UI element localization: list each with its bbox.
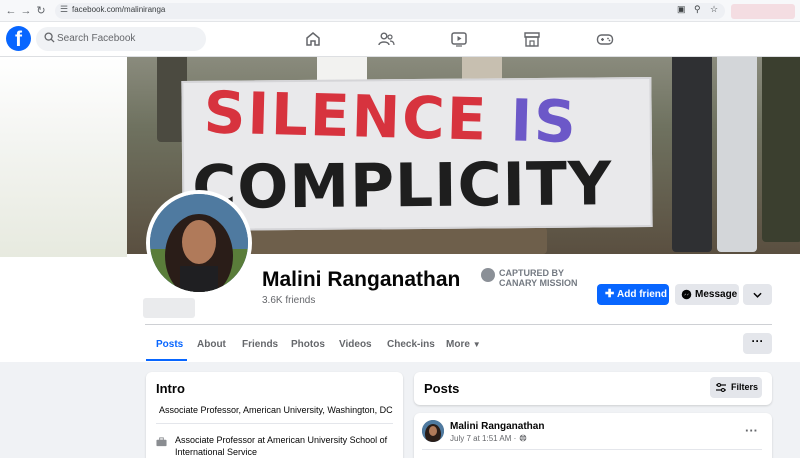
browser-chrome: ← → ↻ ☰ facebook.com/maliniranga ▣ ⚲ ☆: [0, 0, 800, 22]
back-arrow-icon[interactable]: ←: [3, 3, 19, 19]
tab-check-ins[interactable]: Check-ins: [387, 339, 435, 350]
browser-profile-button[interactable]: [731, 4, 795, 19]
messenger-icon: [681, 289, 692, 300]
forward-arrow-icon[interactable]: →: [18, 3, 34, 19]
search-input[interactable]: Search Facebook: [36, 27, 206, 51]
profile-tabs: Posts About Friends Photos Videos Check-…: [0, 325, 800, 362]
install-app-icon[interactable]: ▣: [677, 4, 686, 15]
intro-divider: [156, 423, 393, 424]
filters-icon: [716, 383, 726, 392]
cover-figure: [762, 57, 800, 242]
zoom-icon[interactable]: ⚲: [694, 4, 701, 15]
profile-name: Malini Ranganathan: [262, 268, 461, 291]
home-icon[interactable]: [304, 31, 322, 47]
briefcase-icon: [156, 437, 167, 447]
tab-more[interactable]: More ▼: [446, 339, 481, 350]
caret-down-icon: ▼: [472, 340, 481, 349]
post-card: Malini Ranganathan July 7 at 1:51 AM · ·…: [414, 413, 772, 458]
search-icon: [44, 32, 55, 43]
filters-button[interactable]: Filters: [710, 377, 762, 398]
cover-side-gradient: [0, 57, 127, 257]
add-friend-button[interactable]: ✚ Add friend: [597, 284, 669, 305]
post-timestamp[interactable]: July 7 at 1:51 AM ·: [450, 434, 527, 443]
video-icon[interactable]: [450, 31, 468, 47]
message-label: Message: [695, 289, 738, 300]
banner-line-2: COMPLICITY: [191, 149, 613, 223]
tab-about[interactable]: About: [197, 339, 226, 350]
facebook-logo-icon[interactable]: f: [6, 26, 31, 51]
cover-figure: [672, 57, 712, 252]
ellipsis-icon: ···: [745, 423, 758, 438]
reload-icon[interactable]: ↻: [33, 3, 49, 19]
posts-title: Posts: [424, 381, 460, 396]
ellipsis-icon: ···: [751, 334, 764, 348]
tab-friends[interactable]: Friends: [242, 339, 278, 350]
watermark-line-2: CANARY MISSION: [499, 278, 578, 288]
message-button[interactable]: Message: [675, 284, 739, 305]
friend-avatars-placeholder: [143, 298, 195, 318]
friend-count[interactable]: 3.6K friends: [262, 295, 315, 306]
address-bar[interactable]: ☰ facebook.com/maliniranga ▣ ⚲ ☆: [55, 3, 725, 19]
post-divider: [422, 449, 762, 450]
tab-posts[interactable]: Posts: [156, 339, 183, 350]
add-friend-icon: ✚: [605, 288, 615, 300]
filters-label: Filters: [731, 382, 759, 392]
cover-figure: [717, 57, 757, 252]
intro-work: Associate Professor at American Universi…: [175, 435, 388, 457]
chevron-down-icon: [753, 292, 762, 298]
intro-title: Intro: [156, 381, 185, 396]
url-text: facebook.com/maliniranga: [72, 5, 166, 14]
protest-banner: SILENCE IS COMPLICITY: [181, 76, 653, 232]
friends-icon[interactable]: [377, 31, 395, 47]
intro-card: Intro Associate Professor, American Univ…: [146, 372, 403, 458]
bookmark-star-icon[interactable]: ☆: [710, 4, 718, 15]
cover-ground: [247, 227, 547, 254]
globe-icon: [519, 434, 526, 442]
profile-photo: [150, 194, 248, 292]
banner-line-1: SILENCE IS: [202, 78, 579, 157]
canary-mission-logo-icon: [481, 268, 495, 282]
add-friend-label: Add friend: [617, 289, 667, 300]
site-settings-icon[interactable]: ☰: [60, 4, 68, 15]
post-author-name[interactable]: Malini Ranganathan: [450, 421, 544, 432]
post-author-avatar[interactable]: [422, 420, 444, 442]
gaming-icon[interactable]: [596, 31, 614, 47]
search-placeholder: Search Facebook: [57, 33, 136, 44]
tab-videos[interactable]: Videos: [339, 339, 372, 350]
tabs-more-options-button[interactable]: ···: [743, 333, 772, 354]
marketplace-icon[interactable]: [523, 31, 541, 47]
intro-bio: Associate Professor, American University…: [159, 405, 393, 415]
active-tab-indicator: [146, 359, 187, 361]
post-author-photo: [422, 420, 444, 442]
facebook-top-nav: f Search Facebook: [0, 22, 800, 57]
watermark-line-1: CAPTURED BY: [499, 268, 565, 278]
profile-options-dropdown[interactable]: [743, 284, 772, 305]
posts-header-card: Posts Filters: [414, 372, 772, 405]
tab-photos[interactable]: Photos: [291, 339, 325, 350]
post-options-button[interactable]: ···: [745, 423, 758, 438]
profile-avatar[interactable]: [146, 190, 252, 296]
